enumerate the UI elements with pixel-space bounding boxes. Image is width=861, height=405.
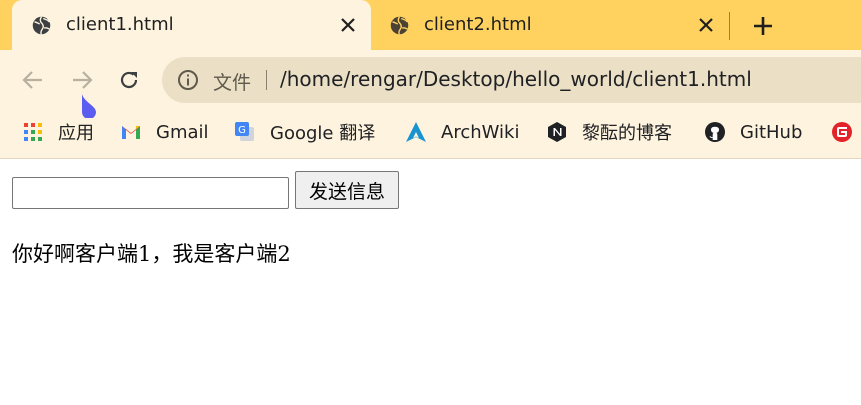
security-chip[interactable]: 文件: [213, 68, 251, 95]
bookmark-blog[interactable]: 黎酝的博客: [546, 118, 672, 146]
info-icon[interactable]: [177, 69, 199, 91]
new-tab-button[interactable]: [751, 14, 775, 38]
address-bar[interactable]: 文件 /home/rengar/Desktop/hello_world/clie…: [162, 57, 861, 103]
bookmark-label: Gmail: [156, 121, 209, 143]
bookmark-label: 应用: [58, 123, 94, 144]
bookmark-label: Google 翻译: [270, 123, 376, 144]
tab-title: client1.html: [66, 14, 174, 35]
archlinux-icon: [406, 122, 426, 142]
tab-close-button[interactable]: [696, 15, 716, 35]
page-content: 发送信息 你好啊客户端1，我是客户端2: [0, 159, 861, 405]
gmail-icon: [122, 126, 140, 139]
svg-text:G: G: [238, 125, 246, 136]
url-text[interactable]: /home/rengar/Desktop/hello_world/client1…: [280, 67, 752, 91]
back-button[interactable]: [20, 67, 46, 93]
arrow-right-icon: [73, 71, 93, 89]
toolbar: 文件 /home/rengar/Desktop/hello_world/clie…: [0, 50, 861, 108]
bookmark-gmail[interactable]: Gmail: [120, 118, 209, 146]
plus-icon: [754, 17, 772, 35]
globe-icon: [32, 16, 51, 35]
send-message-button[interactable]: 发送信息: [295, 171, 399, 209]
tab-separator: [729, 12, 730, 40]
drag-cursor-icon: [82, 94, 96, 118]
reload-button[interactable]: [116, 67, 142, 93]
bookmark-label: GitHub: [740, 121, 803, 143]
tab-strip: client1.html client2.html: [0, 0, 861, 50]
bookmark-overflow-gitee[interactable]: [831, 118, 853, 146]
omnibox-divider: [266, 70, 267, 90]
bookmark-apps[interactable]: 应用: [22, 118, 94, 146]
bookmark-archwiki[interactable]: ArchWiki: [405, 118, 519, 146]
globe-icon: [390, 16, 409, 35]
bookmark-google-translate[interactable]: G Google 翻译: [234, 118, 375, 146]
close-icon: [341, 18, 355, 32]
reload-icon: [120, 71, 138, 89]
tab-client1[interactable]: client1.html: [12, 0, 371, 50]
apps-grid-icon: [24, 123, 42, 141]
tab-close-button[interactable]: [338, 15, 358, 35]
message-input[interactable]: [12, 177, 289, 209]
github-icon: [705, 122, 725, 142]
arrow-left-icon: [22, 71, 42, 89]
browser-window: client1.html client2.html 文件 /home/renga…: [0, 0, 861, 405]
tab-title: client2.html: [424, 14, 532, 35]
close-icon: [699, 18, 713, 32]
google-translate-icon: G: [235, 122, 254, 141]
bookmark-github[interactable]: GitHub: [704, 118, 802, 146]
n-logo-icon: [548, 122, 566, 142]
received-message: 你好啊客户端1，我是客户端2: [12, 242, 291, 266]
bookmarks-bar: 应用 Gmail G Google 翻译 ArchWiki 黎酝的博客 GitH…: [0, 108, 861, 159]
forward-button[interactable]: [69, 67, 95, 93]
bookmark-label: 黎酝的博客: [582, 123, 672, 144]
bookmark-label: ArchWiki: [441, 121, 520, 143]
gitee-icon: [832, 122, 852, 142]
tab-client2[interactable]: client2.html: [375, 0, 725, 50]
